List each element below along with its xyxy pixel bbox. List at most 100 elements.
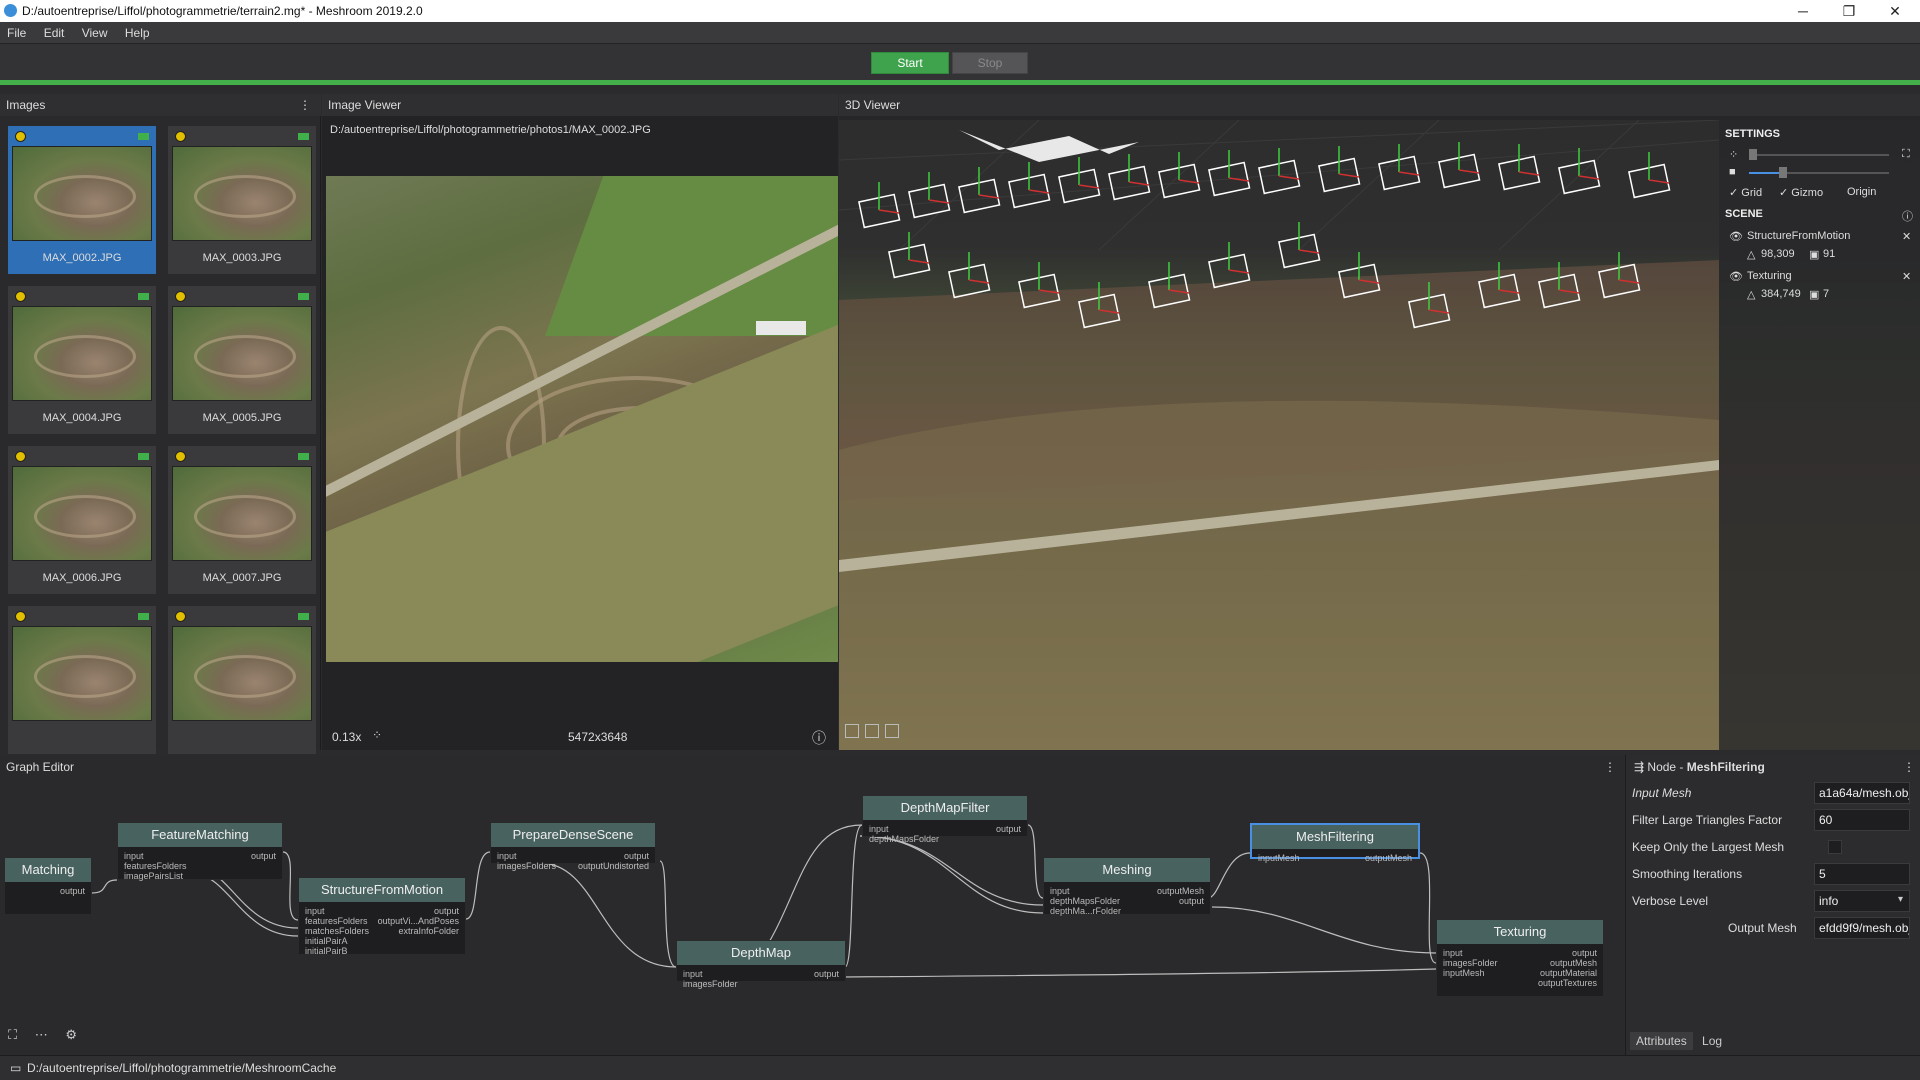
input-pin[interactable]: input [1050, 886, 1070, 896]
scene-info-icon[interactable]: ⓘ [1902, 208, 1913, 224]
dropdown-chevron-icon[interactable]: ▾ [1898, 894, 1903, 905]
image-thumbnail[interactable]: MAX_0007.JPG [168, 446, 316, 594]
visibility-eye-icon[interactable]: 👁 [1729, 230, 1743, 243]
output-pin[interactable]: output [1572, 948, 1597, 958]
input-pin[interactable]: initialPairA [305, 936, 348, 946]
maximize-icon[interactable]: ❐ [1826, 0, 1872, 22]
texture-toggle-icon[interactable] [885, 724, 899, 738]
input-pin[interactable]: depthMapsFolder [869, 834, 939, 844]
grid-toggle-icon[interactable] [865, 724, 879, 738]
menu-edit[interactable]: Edit [37, 22, 72, 44]
input-pin[interactable]: input [305, 906, 325, 916]
node-preparedense[interactable]: PrepareDenseScene input imagesFolders outpu… [490, 822, 656, 871]
menu-file[interactable]: File [0, 22, 33, 44]
tab-attributes[interactable]: Attributes [1630, 1032, 1693, 1050]
image-thumbnail[interactable]: MAX_0004.JPG [8, 286, 156, 434]
output-pin[interactable]: output [624, 851, 649, 861]
image-thumbnail[interactable] [8, 606, 156, 754]
intrinsic-status-icon [15, 131, 26, 142]
scene-item-name[interactable]: StructureFromMotion [1747, 230, 1850, 242]
images-menu-icon[interactable]: ⋮ [299, 94, 311, 116]
point-size-slider[interactable] [1749, 154, 1889, 156]
input-pin[interactable]: initialPairB [305, 946, 348, 956]
attribute-value[interactable]: efdd9f9/mesh.obj [1814, 917, 1910, 939]
node-matching[interactable]: Matching output [4, 857, 92, 915]
input-pin[interactable]: matchesFolders [305, 926, 369, 936]
output-pin[interactable]: output [60, 886, 85, 896]
output-pin[interactable]: output [434, 906, 459, 916]
points-icon[interactable]: ⁘ [372, 728, 382, 742]
camera-scale-handle[interactable] [1779, 167, 1787, 178]
image-thumbnail[interactable]: MAX_0002.JPG [8, 126, 156, 274]
input-pin[interactable]: imagesFolder [683, 979, 738, 989]
output-pin[interactable]: outputUndistorted [578, 861, 649, 871]
drone-photo[interactable] [326, 176, 838, 662]
fit-view-icon[interactable]: ⛶ [8, 1027, 17, 1042]
keep-largest-mesh-checkbox[interactable] [1828, 840, 1842, 854]
minimize-icon[interactable]: ─ [1780, 0, 1826, 22]
origin-toggle[interactable]: Origin [1847, 186, 1876, 198]
image-thumbnail[interactable]: MAX_0006.JPG [8, 446, 156, 594]
visibility-eye-icon[interactable]: 👁 [1729, 270, 1743, 283]
input-pin[interactable]: inputMesh [1443, 968, 1485, 978]
input-pin[interactable]: input [497, 851, 517, 861]
attribute-value[interactable]: 5 [1814, 863, 1910, 885]
input-pin[interactable]: imagesFolder [1443, 958, 1498, 968]
node-featurematching[interactable]: FeatureMatching input featuresFolders image… [117, 822, 283, 881]
output-pin[interactable]: outputMesh [1550, 958, 1597, 968]
menu-help[interactable]: Help [118, 22, 157, 44]
node-meshing[interactable]: Meshing input depthMapsFolder depthMa...rFo… [1043, 857, 1211, 916]
output-pin[interactable]: outputMesh [1365, 853, 1412, 863]
input-pin[interactable]: featuresFolders [305, 916, 368, 926]
output-pin[interactable]: extraInfoFolder [398, 926, 459, 936]
output-pin[interactable]: output [814, 969, 839, 979]
remove-item-icon[interactable]: ✕ [1902, 270, 1911, 283]
stop-button[interactable]: Stop [952, 52, 1028, 74]
input-pin[interactable]: depthMa...rFolder [1050, 906, 1121, 916]
node-meshfiltering[interactable]: MeshFiltering inputMesh outputMesh [1250, 823, 1420, 863]
node-sfm[interactable]: StructureFromMotion input featuresFolders m… [298, 877, 466, 956]
more-options-icon[interactable]: ⋯ [35, 1027, 48, 1042]
close-icon[interactable]: ✕ [1872, 0, 1918, 22]
node-depthmap[interactable]: DepthMap input imagesFolder output [676, 940, 846, 989]
tab-log[interactable]: Log [1696, 1032, 1728, 1050]
input-pin[interactable]: imagePairsList [124, 871, 183, 881]
input-pin[interactable]: input [869, 824, 889, 834]
settings-gear-icon[interactable]: ⚙ [65, 1027, 77, 1042]
output-pin[interactable]: outputMaterial [1540, 968, 1597, 978]
image-thumbnail[interactable]: MAX_0003.JPG [168, 126, 316, 274]
input-pin[interactable]: inputMesh [1258, 853, 1300, 863]
node-texturing[interactable]: Texturing input imagesFolder inputMesh outpu… [1436, 919, 1604, 997]
scene-item-name[interactable]: Texturing [1747, 270, 1792, 282]
info-icon[interactable]: ⓘ [812, 728, 826, 748]
gizmo-checkbox[interactable]: ✓ Gizmo [1779, 186, 1823, 199]
remove-item-icon[interactable]: ✕ [1902, 230, 1911, 243]
thumbnail-image [12, 146, 152, 241]
fullscreen-icon[interactable]: ⛶ [1902, 148, 1910, 161]
output-pin[interactable]: outputMesh [1157, 886, 1204, 896]
input-pin[interactable]: depthMapsFolder [1050, 896, 1120, 906]
grid-label: Grid [1741, 187, 1763, 199]
attribute-value[interactable]: info [1814, 890, 1910, 912]
bbox-toggle-icon[interactable] [845, 724, 859, 738]
attribute-value[interactable]: a1a64a/mesh.obj [1814, 782, 1910, 804]
grid-checkbox[interactable]: ✓ Grid [1729, 186, 1762, 199]
output-pin[interactable]: output [996, 824, 1021, 834]
output-pin[interactable]: outputVi...AndPoses [378, 916, 459, 926]
output-pin[interactable]: output [251, 851, 276, 861]
menu-view[interactable]: View [75, 22, 115, 44]
image-thumbnail[interactable] [168, 606, 316, 754]
output-pin[interactable]: outputTextures [1538, 978, 1597, 988]
input-pin[interactable]: input [124, 851, 144, 861]
output-pin[interactable]: output [1179, 896, 1204, 906]
input-pin[interactable]: input [683, 969, 703, 979]
node-depthmapfilter[interactable]: DepthMapFilter input depthMapsFolder output [862, 795, 1028, 844]
input-pin[interactable]: featuresFolders [124, 861, 187, 871]
input-pin[interactable]: imagesFolders [497, 861, 556, 871]
attribute-value[interactable]: 60 [1814, 809, 1910, 831]
start-button[interactable]: Start [871, 52, 949, 74]
point-size-handle[interactable] [1749, 149, 1757, 160]
node-menu-icon[interactable]: ⋮ [1903, 755, 1915, 779]
image-thumbnail[interactable]: MAX_0005.JPG [168, 286, 316, 434]
input-pin[interactable]: input [1443, 948, 1463, 958]
